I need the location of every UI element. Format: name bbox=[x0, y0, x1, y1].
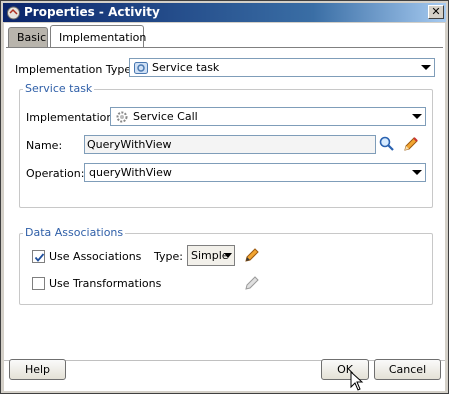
tab-implementation-label: Implementation bbox=[59, 31, 147, 44]
chevron-down-icon bbox=[412, 114, 422, 119]
operation-select[interactable]: queryWithView bbox=[84, 163, 426, 182]
cancel-button-label: Cancel bbox=[388, 363, 427, 376]
use-transformations-label: Use Transformations bbox=[49, 277, 162, 290]
mouse-cursor-icon bbox=[350, 371, 364, 391]
tab-basic-label: Basic bbox=[17, 31, 47, 44]
chevron-down-icon bbox=[421, 65, 431, 70]
use-transformations-checkbox[interactable] bbox=[32, 277, 45, 290]
implementation-type-value: Service task bbox=[152, 61, 220, 74]
implementation-select[interactable]: Service Call bbox=[110, 107, 426, 126]
tab-basic[interactable]: Basic bbox=[8, 27, 48, 48]
gear-icon bbox=[116, 111, 128, 123]
type-select[interactable]: Simple bbox=[187, 245, 235, 266]
use-associations-checkbox[interactable] bbox=[32, 250, 45, 263]
properties-dialog: Properties - Activity ✕ Basic Implementa… bbox=[0, 0, 449, 394]
close-button[interactable]: ✕ bbox=[428, 5, 444, 19]
app-icon bbox=[7, 6, 20, 20]
chevron-down-icon bbox=[224, 253, 232, 258]
type-value: Simple bbox=[191, 249, 229, 262]
implementation-type-label: Implementation Type: bbox=[15, 63, 135, 76]
search-icon[interactable] bbox=[378, 135, 396, 153]
chevron-down-icon bbox=[412, 170, 422, 175]
implementation-label: Implementation: bbox=[26, 111, 118, 124]
data-associations-group bbox=[19, 233, 433, 305]
operation-label: Operation: bbox=[26, 167, 85, 180]
implementation-type-select[interactable]: Service task bbox=[129, 58, 435, 77]
tab-implementation[interactable]: Implementation bbox=[50, 25, 147, 48]
service-task-icon bbox=[134, 62, 148, 74]
edit-pencil-disabled-icon bbox=[245, 276, 259, 290]
service-task-group-title: Service task bbox=[23, 82, 95, 95]
implementation-value: Service Call bbox=[133, 110, 198, 123]
data-associations-group-title: Data Associations bbox=[23, 226, 126, 239]
operation-value: queryWithView bbox=[89, 166, 172, 179]
use-associations-label: Use Associations bbox=[49, 250, 142, 263]
edit-pencil-icon[interactable] bbox=[402, 135, 420, 153]
name-field[interactable]: QueryWithView bbox=[84, 135, 376, 154]
cancel-button[interactable]: Cancel bbox=[374, 359, 441, 380]
window-title: Properties - Activity bbox=[24, 5, 160, 19]
dialog-content: Basic Implementation Implementation Type… bbox=[4, 23, 445, 391]
type-label: Type: bbox=[154, 250, 183, 263]
edit-pencil-icon[interactable] bbox=[243, 246, 261, 264]
checkmark-icon bbox=[34, 253, 45, 262]
help-button-label: Help bbox=[24, 363, 51, 376]
name-label: Name: bbox=[26, 139, 63, 152]
implementation-panel: Implementation Type: Service task Servic… bbox=[6, 48, 443, 358]
close-icon: ✕ bbox=[431, 5, 441, 18]
title-bar[interactable]: Properties - Activity ✕ bbox=[3, 3, 446, 22]
name-value: QueryWithView bbox=[87, 138, 172, 151]
help-button[interactable]: Help bbox=[9, 359, 66, 380]
